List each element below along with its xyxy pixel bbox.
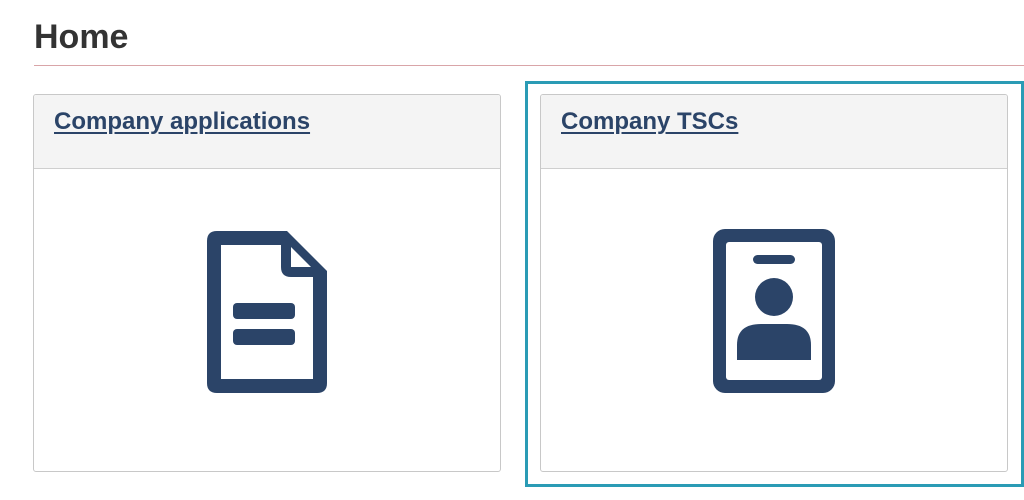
company-applications-card[interactable]: Company applications <box>33 94 501 472</box>
company-tscs-card[interactable]: Company TSCs <box>540 94 1008 472</box>
card-body <box>541 169 1007 471</box>
title-divider <box>34 65 1024 66</box>
company-applications-link[interactable]: Company applications <box>54 108 310 135</box>
card-body <box>34 169 500 471</box>
id-badge-icon <box>713 229 835 393</box>
page-title: Home <box>34 18 129 56</box>
card-header: Company TSCs <box>541 95 1007 169</box>
document-icon <box>207 231 327 393</box>
company-tscs-link[interactable]: Company TSCs <box>561 108 738 135</box>
card-header: Company applications <box>34 95 500 169</box>
